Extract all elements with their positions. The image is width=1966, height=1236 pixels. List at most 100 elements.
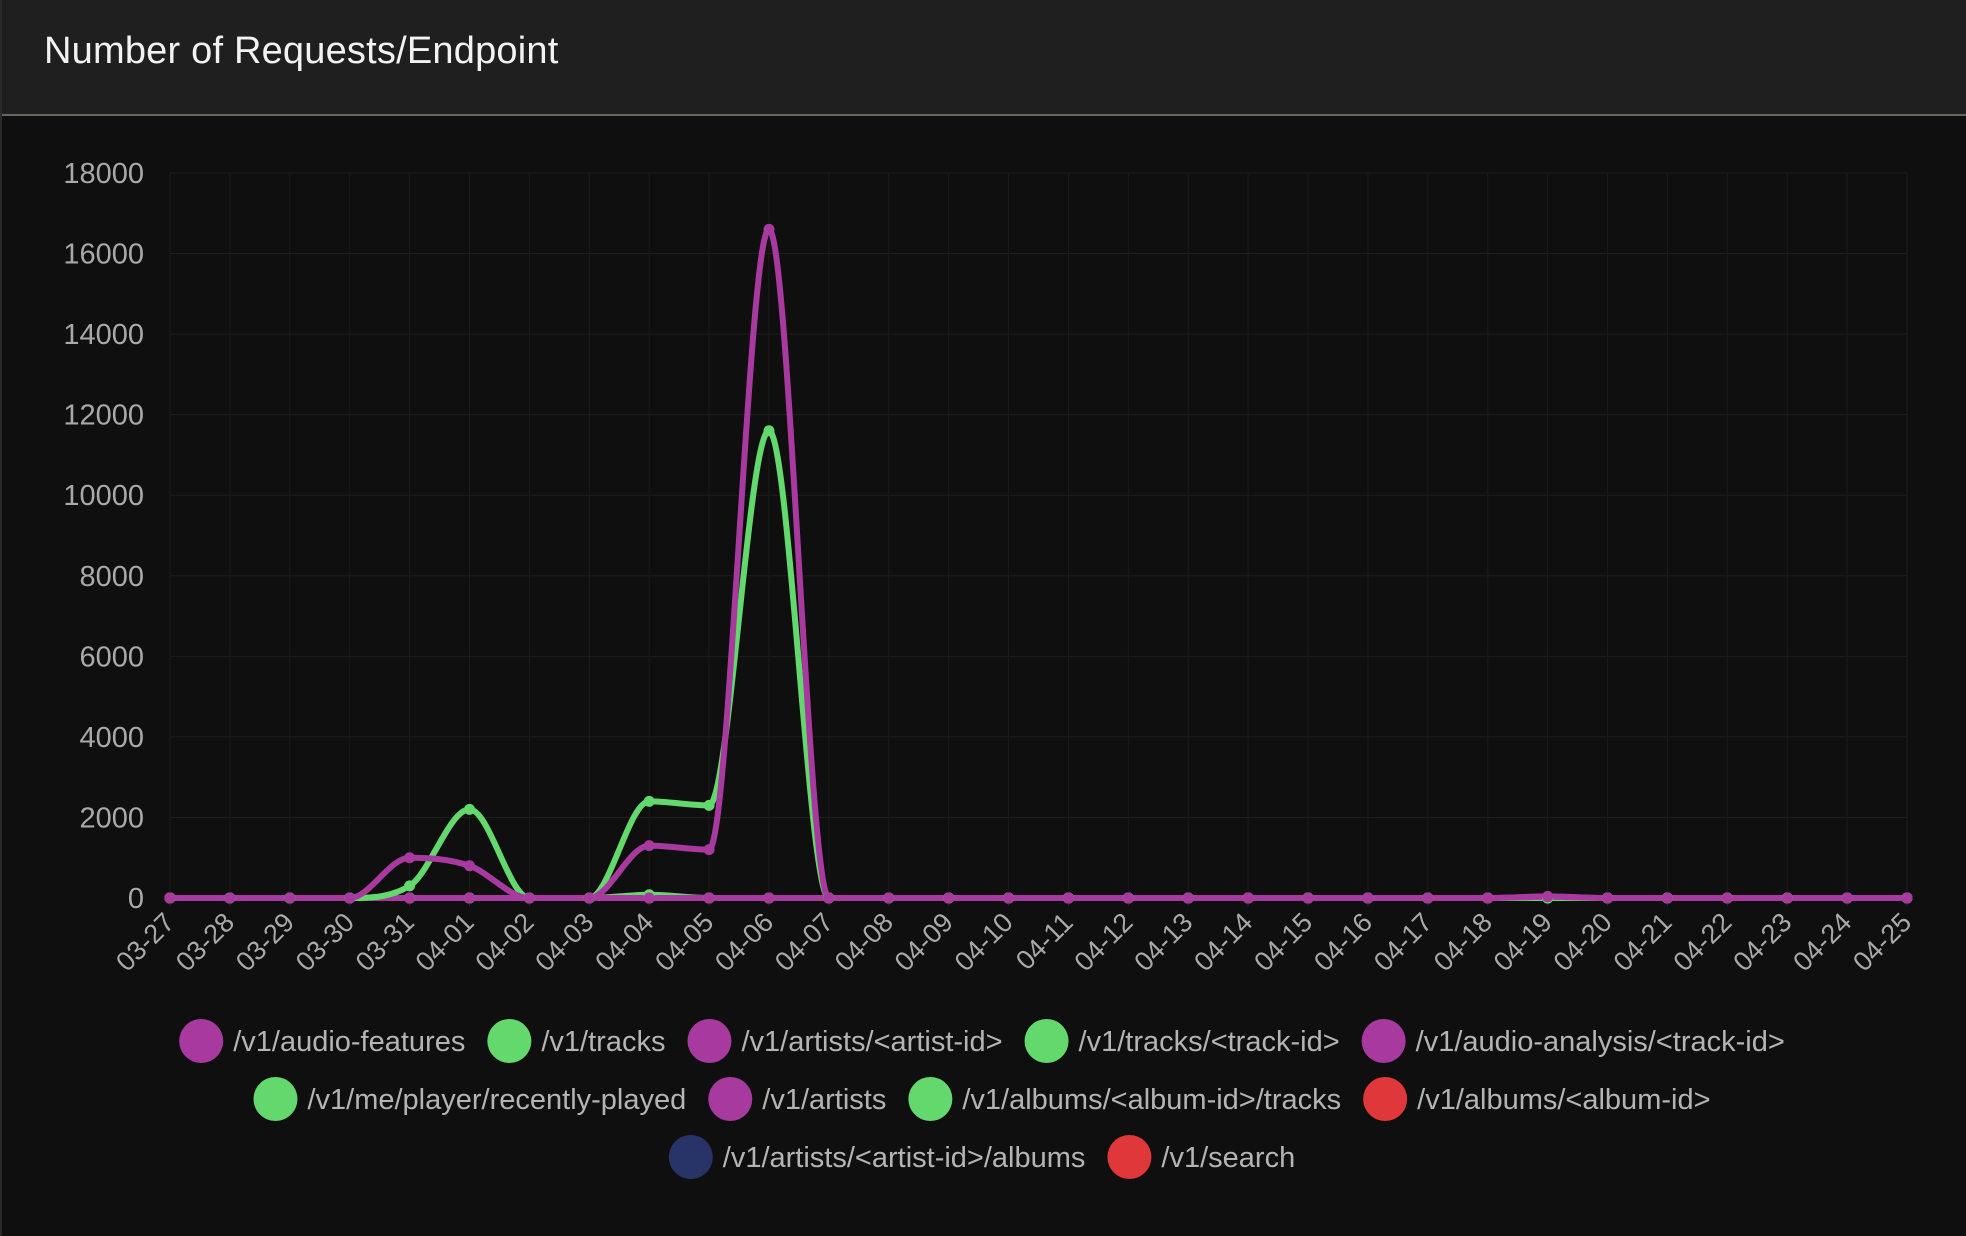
legend-item[interactable]: /v1/audio-features: [179, 1019, 465, 1063]
legend-item[interactable]: /v1/tracks/<track-id>: [1024, 1019, 1340, 1063]
x-tick-label: 04-01: [410, 907, 480, 977]
grid-lines: [169, 172, 1908, 899]
data-point[interactable]: [703, 799, 715, 811]
x-tick-label: 04-16: [1308, 907, 1378, 977]
y-axis: 0 2000 4000 6000 8000 10000 12000 14000 16000 180…: [63, 158, 144, 915]
data-point[interactable]: [344, 892, 356, 904]
legend-label: /v1/artists: [762, 1084, 886, 1116]
x-tick-label: 04-09: [889, 907, 959, 977]
legend-item[interactable]: /v1/artists/<artist-id>: [687, 1019, 1003, 1063]
x-tick-label: 04-08: [829, 907, 899, 977]
data-point[interactable]: [463, 892, 475, 904]
data-point[interactable]: [643, 892, 655, 904]
legend-swatch: [487, 1019, 532, 1063]
data-point[interactable]: [284, 892, 296, 904]
legend-swatch: [908, 1077, 953, 1121]
data-point[interactable]: [1362, 892, 1374, 904]
legend-label: /v1/artists/<artist-id>: [741, 1026, 1002, 1058]
x-tick-label: 04-10: [949, 907, 1019, 977]
x-tick-label: 04-07: [769, 907, 839, 977]
legend-item[interactable]: /v1/audio-analysis/<track-id>: [1361, 1019, 1785, 1063]
x-tick-label: 04-02: [470, 907, 540, 977]
legend-item[interactable]: /v1/artists: [708, 1077, 886, 1121]
legend-swatch: [668, 1135, 713, 1179]
data-point[interactable]: [883, 892, 895, 904]
data-point[interactable]: [643, 795, 655, 807]
y-tick-label: 4000: [79, 722, 144, 754]
data-point[interactable]: [1003, 892, 1015, 904]
series-line: [167, 226, 1910, 901]
x-tick-label: 04-18: [1428, 907, 1498, 977]
data-point[interactable]: [404, 892, 416, 904]
panel-title: Number of Requests/Endpoint: [44, 30, 559, 72]
data-point[interactable]: [523, 892, 535, 904]
legend-label: /v1/albums/<album-id>/tracks: [962, 1084, 1341, 1116]
data-point[interactable]: [1302, 892, 1314, 904]
legend-item[interactable]: /v1/albums/<album-id>: [1363, 1077, 1711, 1121]
data-point[interactable]: [1182, 892, 1194, 904]
data-point[interactable]: [164, 892, 176, 904]
legend-item[interactable]: /v1/me/player/recently-played: [253, 1077, 686, 1121]
legend-swatch: [1363, 1077, 1408, 1121]
y-tick-label: 6000: [79, 641, 144, 673]
data-point[interactable]: [1422, 892, 1434, 904]
y-tick-label: 10000: [63, 480, 144, 512]
x-tick-label: 04-15: [1248, 907, 1318, 977]
series-lines: [167, 226, 1910, 901]
x-tick-label: 04-17: [1368, 907, 1438, 977]
data-point[interactable]: [1482, 892, 1494, 904]
data-point[interactable]: [1721, 892, 1733, 904]
data-point[interactable]: [1661, 892, 1673, 904]
data-point[interactable]: [224, 892, 236, 904]
legend-item[interactable]: /v1/search: [1107, 1135, 1295, 1179]
legend-label: /v1/audio-features: [233, 1026, 465, 1058]
data-point[interactable]: [1602, 892, 1614, 904]
data-point[interactable]: [1841, 892, 1853, 904]
x-tick-label: 03-27: [110, 907, 180, 977]
y-tick-label: 18000: [63, 158, 144, 190]
legend-label: /v1/artists/<artist-id>/albums: [723, 1142, 1086, 1174]
data-point[interactable]: [1901, 892, 1913, 904]
x-tick-label: 03-30: [290, 907, 360, 977]
chart-panel: Number of Requests/Endpoint 0 2000 4000 600…: [0, 0, 1966, 1236]
legend-swatch: [1024, 1019, 1069, 1063]
data-point[interactable]: [463, 860, 475, 872]
data-point[interactable]: [1242, 892, 1254, 904]
data-point[interactable]: [1781, 892, 1793, 904]
data-point[interactable]: [404, 880, 416, 892]
legend-swatch: [253, 1077, 298, 1121]
x-tick-label: 04-03: [529, 907, 599, 977]
data-point[interactable]: [463, 803, 475, 815]
data-point[interactable]: [583, 892, 595, 904]
data-point[interactable]: [823, 892, 835, 904]
legend-item[interactable]: /v1/albums/<album-id>/tracks: [908, 1077, 1341, 1121]
legend-swatch: [179, 1019, 224, 1063]
data-point[interactable]: [1122, 892, 1134, 904]
data-point[interactable]: [763, 223, 775, 235]
y-tick-label: 14000: [63, 319, 144, 351]
data-point[interactable]: [763, 892, 775, 904]
legend-label: /v1/albums/<album-id>: [1417, 1084, 1710, 1116]
legend[interactable]: /v1/audio-features/v1/tracks/v1/artists/…: [179, 1019, 1785, 1179]
x-tick-label: 04-22: [1668, 907, 1738, 977]
x-tick-label: 04-21: [1608, 907, 1678, 977]
x-tick-label: 04-04: [589, 907, 659, 977]
legend-item[interactable]: /v1/artists/<artist-id>/albums: [668, 1135, 1086, 1179]
legend-item[interactable]: /v1/tracks: [487, 1019, 665, 1063]
x-tick-label: 04-06: [709, 907, 779, 977]
data-point[interactable]: [1062, 892, 1074, 904]
x-axis: 03-2703-2803-2903-3003-3104-0104-0204-03…: [110, 898, 1917, 977]
data-point[interactable]: [643, 840, 655, 852]
x-tick-label: 03-31: [350, 907, 420, 977]
data-point[interactable]: [404, 852, 416, 864]
x-tick-label: 04-11: [1010, 907, 1079, 976]
data-point[interactable]: [703, 892, 715, 904]
y-tick-label: 0: [128, 883, 144, 915]
legend-swatch: [687, 1019, 732, 1063]
legend-label: /v1/search: [1161, 1142, 1295, 1174]
data-point[interactable]: [943, 892, 955, 904]
data-point[interactable]: [703, 844, 715, 856]
panel-header: Number of Requests/Endpoint: [2, 0, 1966, 116]
data-point[interactable]: [1542, 891, 1554, 903]
data-point[interactable]: [763, 425, 775, 437]
